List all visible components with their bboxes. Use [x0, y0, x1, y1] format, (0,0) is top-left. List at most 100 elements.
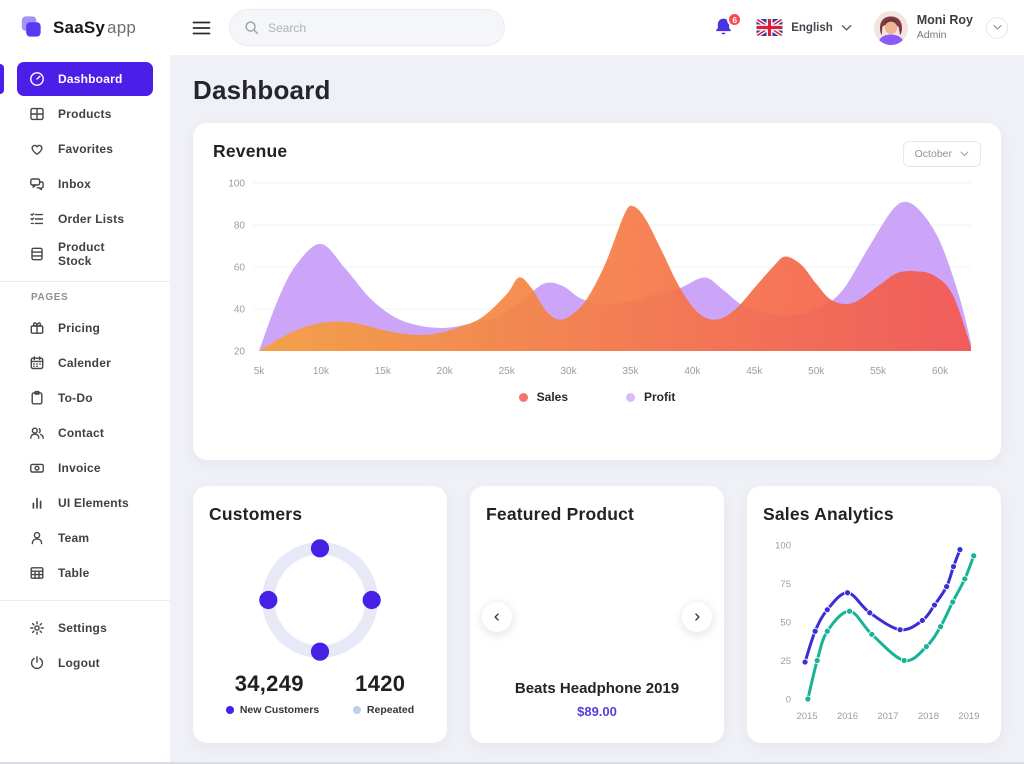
svg-text:55k: 55k [870, 366, 887, 377]
chevron-down-icon [841, 24, 852, 32]
sidebar-item-label: Dashboard [58, 72, 122, 86]
user-role: Admin [917, 29, 973, 42]
svg-text:50k: 50k [808, 366, 825, 377]
sales-legend-dot [519, 393, 528, 402]
page-title: Dashboard [193, 75, 1001, 106]
power-icon [29, 655, 45, 671]
sidebar-item-label: To-Do [58, 391, 93, 405]
svg-text:20k: 20k [437, 366, 454, 377]
sidebar-item-label: Inbox [58, 177, 91, 191]
app-logo[interactable]: SaaSyapp [0, 14, 170, 41]
sidebar-item-table[interactable]: Table [17, 556, 153, 590]
sidebar-item-label: Products [58, 107, 112, 121]
sales-analytics-card: Sales Analytics 100755025020152016201720… [747, 486, 1001, 743]
sidebar-item-todo[interactable]: To-Do [17, 381, 153, 415]
search-input[interactable] [268, 21, 468, 35]
sidebar-item-product-stock[interactable]: Product Stock [17, 237, 153, 271]
svg-text:15k: 15k [375, 366, 392, 377]
repeated-dot [353, 706, 361, 714]
sidebar-item-label: Calender [58, 356, 111, 370]
sales-analytics-title: Sales Analytics [763, 504, 985, 525]
sidebar-item-order-lists[interactable]: Order Lists [17, 202, 153, 236]
gift-icon [29, 320, 45, 336]
table-icon [29, 565, 45, 581]
customers-legend: New Customers Repeated [209, 704, 431, 716]
sidebar-item-favorites[interactable]: Favorites [17, 132, 153, 166]
customers-title: Customers [209, 504, 431, 525]
svg-text:100: 100 [775, 541, 791, 552]
svg-text:80: 80 [234, 221, 246, 232]
bar-chart-icon [29, 495, 45, 511]
sidebar-item-contact[interactable]: Contact [17, 416, 153, 450]
revenue-chart: 100806040205k10k15k20k25k30k35k40k45k50k… [213, 171, 981, 386]
user-menu-caret[interactable] [986, 17, 1008, 39]
notifications-button[interactable]: 6 [713, 17, 734, 38]
menu-toggle-button[interactable] [192, 20, 211, 36]
customers-donut-chart [253, 533, 387, 667]
svg-text:2016: 2016 [837, 711, 858, 722]
dashboard-icon [29, 71, 45, 87]
svg-text:45k: 45k [746, 366, 763, 377]
legend-item-new-customers: New Customers [226, 704, 319, 716]
active-indicator [0, 64, 4, 94]
user-menu[interactable]: Moni Roy Admin [874, 11, 1008, 45]
gear-icon [29, 620, 45, 636]
sidebar-item-label: Product Stock [58, 240, 141, 268]
chat-icon [29, 176, 45, 192]
sidebar-item-pricing[interactable]: Pricing [17, 311, 153, 345]
sidebar-item-invoice[interactable]: Invoice [17, 451, 153, 485]
sidebar-item-products[interactable]: Products [17, 97, 153, 131]
svg-text:25k: 25k [499, 366, 516, 377]
period-value: October [915, 148, 952, 160]
sidebar-item-inbox[interactable]: Inbox [17, 167, 153, 201]
sidebar-item-ui-elements[interactable]: UI Elements [17, 486, 153, 520]
legend-item-sales: Sales [519, 390, 568, 404]
person-icon [29, 530, 45, 546]
sidebar-item-label: Contact [58, 426, 104, 440]
carousel-next-button[interactable] [682, 602, 712, 632]
chevron-down-icon [993, 24, 1002, 31]
repeated-value: 1420 [355, 671, 405, 697]
brand-bold: SaaSy [53, 18, 105, 37]
sidebar-item-settings[interactable]: Settings [17, 611, 153, 645]
legend-label: Repeated [367, 704, 414, 716]
svg-text:35k: 35k [622, 366, 639, 377]
hamburger-icon [192, 20, 211, 36]
svg-text:10k: 10k [313, 366, 330, 377]
customers-card: Customers 34,249 1420 New Customers Repe… [193, 486, 447, 743]
sidebar: Dashboard Products Favorites Inbox [0, 55, 170, 764]
calendar-icon [29, 355, 45, 371]
sidebar-item-label: Settings [58, 621, 107, 635]
revenue-card: Revenue October 100806040205k10k15k20k25… [193, 123, 1001, 460]
sidebar-item-label: Favorites [58, 142, 113, 156]
legend-item-repeated: Repeated [353, 704, 414, 716]
carousel-prev-button[interactable] [482, 602, 512, 632]
sidebar-item-label: Order Lists [58, 212, 124, 226]
brand-name: SaaSyapp [53, 18, 136, 38]
new-customers-value: 34,249 [235, 671, 304, 697]
user-name: Moni Roy [917, 13, 973, 29]
svg-text:30k: 30k [561, 366, 578, 377]
language-selector[interactable]: English [756, 19, 852, 36]
legend-label: New Customers [240, 704, 319, 716]
profit-legend-dot [626, 393, 635, 402]
heart-icon [29, 141, 45, 157]
svg-text:2017: 2017 [877, 711, 898, 722]
svg-text:0: 0 [786, 695, 791, 706]
sidebar-item-label: Team [58, 531, 89, 545]
topbar: SaaSyapp 6 [0, 0, 1024, 55]
sidebar-item-logout[interactable]: Logout [17, 646, 153, 680]
sidebar-item-dashboard[interactable]: Dashboard [17, 62, 153, 96]
sidebar-divider [0, 600, 170, 601]
sidebar-item-calender[interactable]: Calender [17, 346, 153, 380]
sidebar-item-label: Logout [58, 656, 100, 670]
sidebar-item-label: UI Elements [58, 496, 129, 510]
sidebar-item-label: Table [58, 566, 89, 580]
chevron-down-icon [960, 151, 969, 157]
period-dropdown[interactable]: October [903, 141, 981, 167]
featured-product-card: Featured Product Beats Headphone 2019 $8… [470, 486, 724, 743]
sidebar-item-team[interactable]: Team [17, 521, 153, 555]
svg-text:40k: 40k [684, 366, 701, 377]
people-icon [29, 425, 45, 441]
chevron-right-icon [691, 611, 703, 623]
